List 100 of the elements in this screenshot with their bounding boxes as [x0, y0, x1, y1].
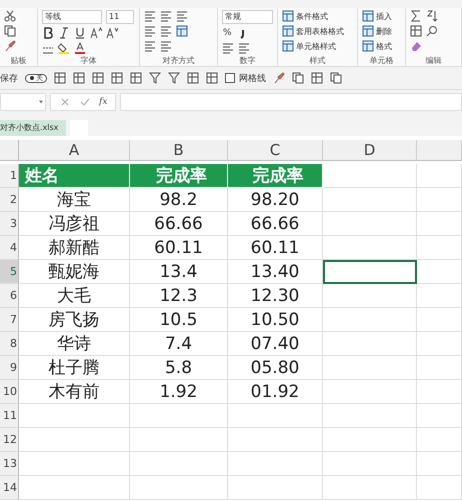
table-icon[interactable]	[362, 10, 374, 22]
table-cell: 12.3	[130, 284, 228, 308]
autosave-label: 保存	[0, 72, 18, 84]
insert-function-button[interactable]: fx	[99, 97, 108, 107]
empty-cell	[417, 476, 462, 500]
table-icon[interactable]	[362, 40, 374, 52]
empty-cell	[417, 332, 462, 356]
copy-icon[interactable]	[4, 25, 16, 37]
font-name-field[interactable]: 等线	[42, 10, 102, 24]
gridlines-label: 网格线	[239, 72, 266, 84]
copy-icon[interactable]	[292, 72, 304, 84]
table-cell: 66.66	[130, 212, 228, 236]
table-cell: 郝新酷	[19, 236, 130, 260]
table-cell: 冯彦祖	[19, 212, 130, 236]
empty-cell	[417, 212, 462, 236]
selected-cell[interactable]	[323, 260, 417, 284]
group-label: 对齐方式	[162, 55, 196, 66]
table-style-icon[interactable]	[282, 25, 294, 37]
row-header[interactable]: 14	[0, 476, 19, 500]
sum-icon[interactable]	[410, 10, 422, 22]
row-header[interactable]: 1	[0, 164, 19, 188]
sort-icon[interactable]	[426, 10, 438, 22]
row-header[interactable]: 9	[0, 356, 19, 380]
font-size-field[interactable]: 11	[106, 10, 134, 24]
empty-cell	[417, 380, 462, 404]
eraser-icon[interactable]	[410, 40, 422, 52]
grid-icon[interactable]	[187, 72, 199, 84]
caret-icon[interactable]	[37, 98, 45, 106]
row-header[interactable]: 4	[0, 236, 19, 260]
header-cell: 完成率	[228, 164, 323, 188]
style-command[interactable]: 条件格式	[282, 10, 328, 22]
underline-icon[interactable]	[74, 27, 86, 39]
row-header[interactable]: 13	[0, 452, 19, 476]
table-style-icon[interactable]	[282, 40, 294, 52]
brush-icon[interactable]	[4, 40, 16, 52]
table-cell: 1.92	[130, 380, 228, 404]
table-cell: 66.66	[228, 212, 323, 236]
row-header[interactable]: 7	[0, 308, 19, 332]
percent-button[interactable]: %	[222, 28, 233, 38]
column-header[interactable]: C	[228, 140, 323, 161]
column-header[interactable]: B	[130, 140, 228, 161]
empty-cell	[417, 428, 462, 452]
formula-field[interactable]	[120, 93, 462, 111]
cell-command[interactable]: 格式	[362, 40, 392, 52]
grid-icon[interactable]	[92, 72, 104, 84]
empty-cell	[417, 356, 462, 380]
scissors-icon[interactable]	[4, 10, 16, 22]
brush-icon[interactable]	[273, 72, 285, 84]
empty-cell	[417, 284, 462, 308]
row-header[interactable]: 8	[0, 332, 19, 356]
cell-command[interactable]: 删除	[362, 25, 392, 37]
row-header[interactable]: 10	[0, 380, 19, 404]
gridlines-checkbox[interactable]	[225, 73, 235, 83]
table-style-icon[interactable]	[282, 10, 294, 22]
filter-icon[interactable]	[149, 72, 161, 84]
search-icon[interactable]	[426, 25, 438, 37]
style-command[interactable]: 单元格样式	[282, 40, 336, 52]
row-header[interactable]: 11	[0, 404, 19, 428]
table-cell: 60.11	[130, 236, 228, 260]
grid-icon[interactable]	[54, 72, 66, 84]
table-cell: 大毛	[19, 284, 130, 308]
table-cell: 海宝	[19, 188, 130, 212]
table-cell: 13.40	[228, 260, 323, 284]
cell-command[interactable]: 插入	[362, 10, 392, 22]
row-header[interactable]: 3	[0, 212, 19, 236]
table-cell: 甄妮海	[19, 260, 130, 284]
filter-icon[interactable]	[168, 72, 180, 84]
table-cell: 7.4	[130, 332, 228, 356]
grid-icon[interactable]	[111, 72, 123, 84]
font-color-icon[interactable]	[74, 42, 86, 54]
group-label: 样式	[308, 55, 326, 66]
fill-color-icon[interactable]	[58, 42, 70, 54]
copy-icon[interactable]	[330, 72, 342, 84]
column-header[interactable]: D	[323, 140, 417, 161]
empty-cell	[417, 164, 462, 188]
row-header[interactable]: 12	[0, 428, 19, 452]
italic-icon[interactable]	[58, 27, 70, 39]
row-header[interactable]: 6	[0, 284, 19, 308]
bold-icon[interactable]	[42, 27, 54, 39]
empty-cell	[417, 260, 462, 284]
column-header[interactable]: A	[19, 140, 130, 161]
file-tab[interactable]: 对齐小数点.xlsx	[0, 120, 66, 136]
empty-cell	[417, 452, 462, 476]
style-command[interactable]: 套用表格格式	[282, 25, 344, 37]
table-cell: 05.80	[228, 356, 323, 380]
font-grow-icon[interactable]	[90, 27, 102, 39]
group-label: 字体	[80, 55, 98, 66]
number-format-field[interactable]: 常规	[222, 10, 273, 24]
table-cell: 5.8	[130, 356, 228, 380]
row-header[interactable]: 2	[0, 188, 19, 212]
grid-icon[interactable]	[206, 72, 218, 84]
empty-cell	[417, 308, 462, 332]
grid-icon[interactable]	[73, 72, 85, 84]
table-icon[interactable]	[362, 25, 374, 37]
font-shrink-icon[interactable]	[106, 27, 118, 39]
grid-icon[interactable]	[130, 72, 142, 84]
row-header[interactable]: 5	[0, 260, 19, 284]
table-cell: 98.2	[130, 188, 228, 212]
table-cell: 98.20	[228, 188, 323, 212]
table-cell: 01.92	[228, 380, 323, 404]
